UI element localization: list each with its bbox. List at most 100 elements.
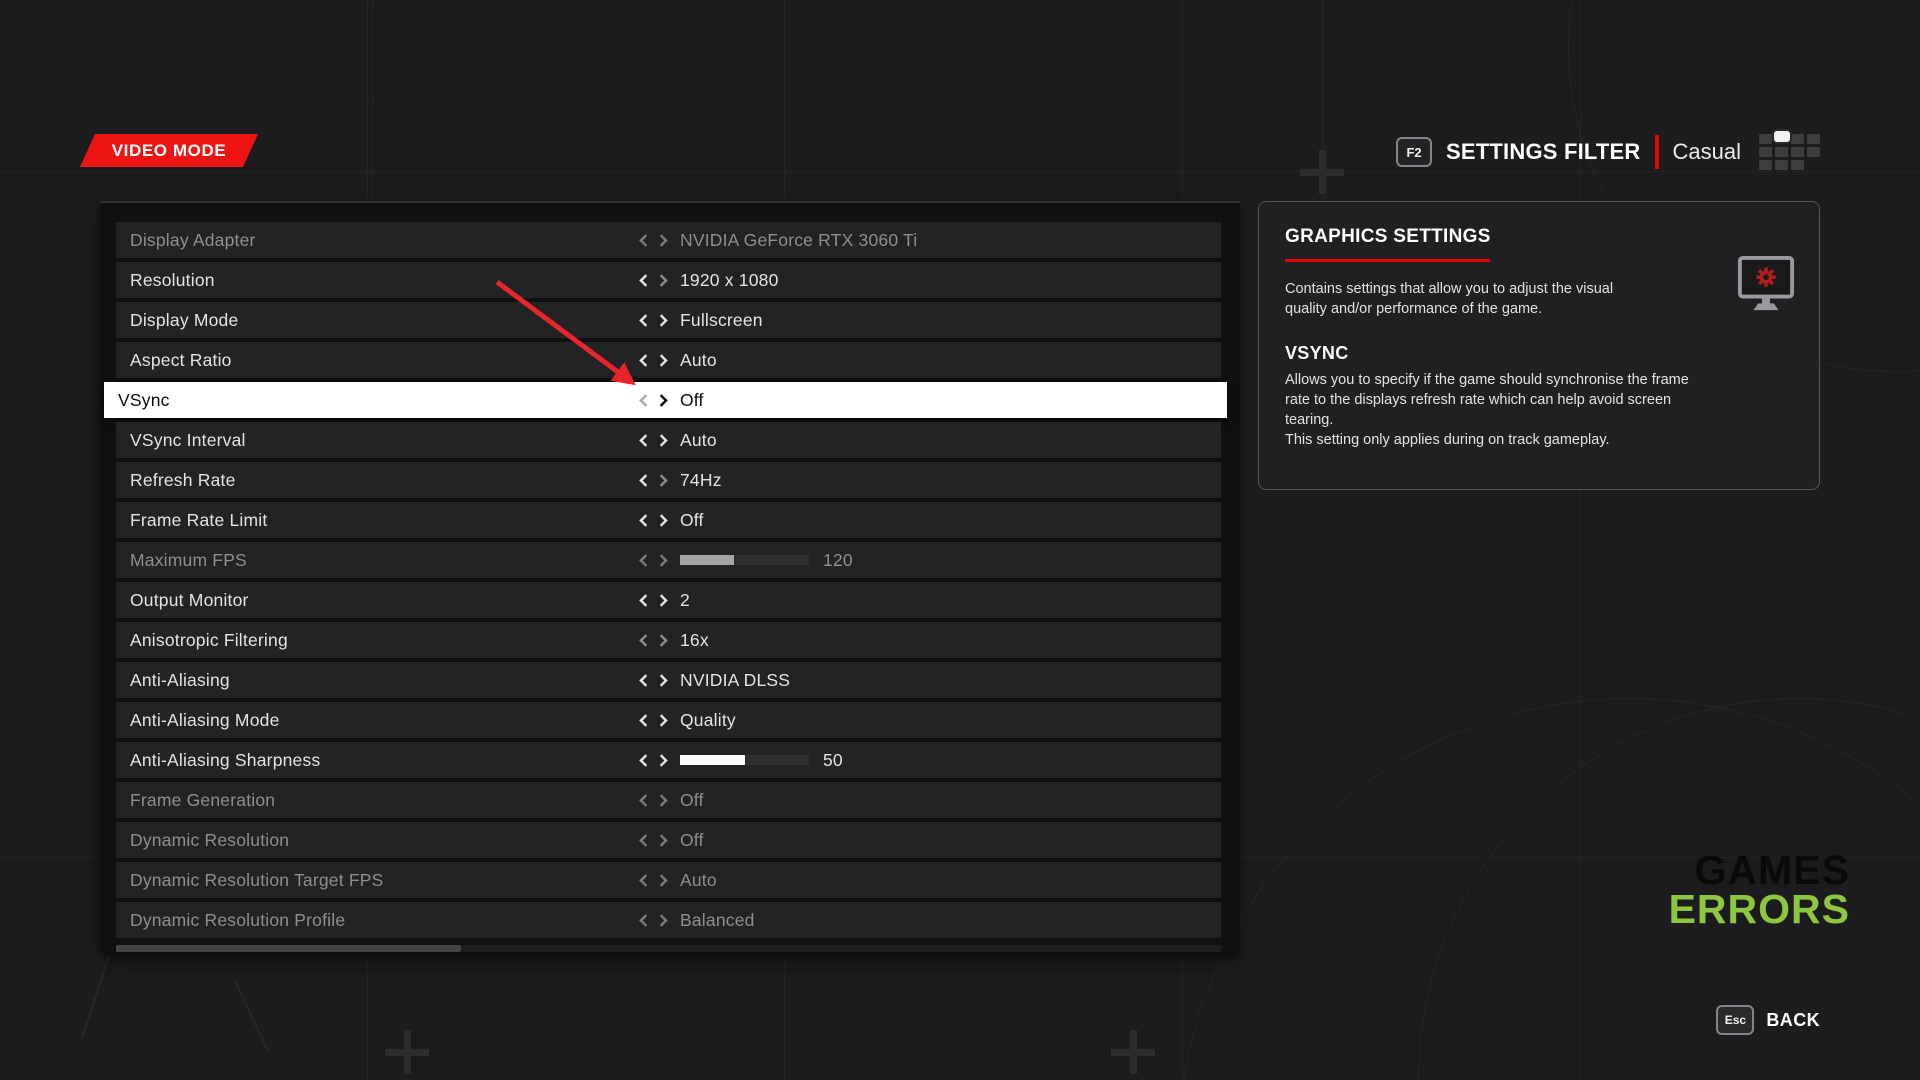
setting-label: Display Adapter	[116, 230, 256, 251]
setting-row-dynamic-resolution-target-fps[interactable]: Dynamic Resolution Target FPS Auto	[116, 862, 1221, 898]
setting-row-frame-generation[interactable]: Frame GenerationOff	[116, 782, 1221, 818]
increase-chevron-icon[interactable]	[655, 874, 667, 886]
increase-chevron-icon[interactable]	[655, 754, 667, 766]
setting-row-vsync[interactable]: VSyncOff	[104, 382, 1227, 418]
f2-key-label: F2	[1406, 145, 1421, 160]
decrease-chevron-icon[interactable]	[639, 554, 651, 566]
increase-chevron-icon[interactable]	[655, 514, 667, 526]
monitor-gear-icon	[1737, 254, 1795, 319]
decrease-chevron-icon[interactable]	[639, 434, 651, 446]
decrease-chevron-icon[interactable]	[639, 474, 651, 486]
setting-value-control: 120	[640, 542, 853, 578]
video-settings-panel: Display AdapterNVIDIA GeForce RTX 3060 T…	[100, 201, 1240, 957]
decrease-chevron-icon[interactable]	[639, 834, 651, 846]
increase-chevron-icon[interactable]	[655, 314, 667, 326]
back-button[interactable]: Esc BACK	[1716, 1005, 1820, 1035]
setting-row-frame-rate-limit[interactable]: Frame Rate LimitOff	[116, 502, 1221, 538]
setting-label: Dynamic Resolution Target FPS	[116, 870, 384, 891]
settings-filter-value: Casual	[1673, 139, 1741, 165]
increase-chevron-icon[interactable]	[655, 394, 667, 406]
info-panel-description: Contains settings that allow you to adju…	[1285, 279, 1657, 319]
setting-value: NVIDIA DLSS	[680, 670, 790, 691]
decrease-chevron-icon[interactable]	[639, 594, 651, 606]
info-section-text: This setting only applies during on trac…	[1285, 430, 1715, 450]
slider-value: 120	[823, 550, 853, 571]
setting-row-dynamic-resolution[interactable]: Dynamic ResolutionOff	[116, 822, 1221, 858]
setting-row-refresh-rate[interactable]: Refresh Rate74Hz	[116, 462, 1221, 498]
settings-level-grid-icon	[1759, 134, 1820, 170]
increase-chevron-icon[interactable]	[655, 914, 667, 926]
list-scroll-indicator[interactable]	[116, 945, 461, 952]
setting-row-anti-aliasing-sharpness[interactable]: Anti-Aliasing Sharpness50	[116, 742, 1221, 778]
decrease-chevron-icon[interactable]	[639, 234, 651, 246]
increase-chevron-icon[interactable]	[655, 794, 667, 806]
bg-plus-mark	[1111, 1030, 1155, 1074]
setting-row-display-mode[interactable]: Display Mode Fullscreen	[116, 302, 1221, 338]
bg-tick	[233, 978, 269, 1051]
setting-value-control: Quality	[640, 702, 736, 738]
setting-label: Aspect Ratio	[116, 350, 232, 371]
setting-row-aspect-ratio[interactable]: Aspect Ratio Auto	[116, 342, 1221, 378]
settings-filter-label: SETTINGS FILTER	[1446, 139, 1640, 165]
info-panel-title: GRAPHICS SETTINGS	[1285, 226, 1793, 248]
setting-row-vsync-interval[interactable]: VSync IntervalAuto	[116, 422, 1221, 458]
watermark-line2: ERRORS	[1669, 890, 1850, 929]
decrease-chevron-icon[interactable]	[639, 674, 651, 686]
decrease-chevron-icon[interactable]	[639, 514, 651, 526]
setting-value: Auto	[680, 350, 717, 371]
increase-chevron-icon[interactable]	[655, 834, 667, 846]
info-section-text: Allows you to specify if the game should…	[1285, 370, 1715, 430]
setting-value: Auto	[680, 870, 717, 891]
setting-row-resolution[interactable]: Resolution1920 x 1080	[116, 262, 1221, 298]
setting-value-control: Auto	[640, 862, 717, 898]
setting-row-anti-aliasing-mode[interactable]: Anti-Aliasing ModeQuality	[116, 702, 1221, 738]
increase-chevron-icon[interactable]	[655, 354, 667, 366]
setting-label: Anisotropic Filtering	[116, 630, 288, 651]
setting-row-maximum-fps[interactable]: Maximum FPS120	[116, 542, 1221, 578]
increase-chevron-icon[interactable]	[655, 594, 667, 606]
setting-row-display-adapter[interactable]: Display AdapterNVIDIA GeForce RTX 3060 T…	[116, 222, 1221, 258]
info-section-title: VSYNC	[1285, 343, 1793, 364]
bg-plus-mark	[1300, 150, 1344, 194]
decrease-chevron-icon[interactable]	[639, 714, 651, 726]
decrease-chevron-icon[interactable]	[639, 394, 651, 406]
increase-chevron-icon[interactable]	[655, 234, 667, 246]
decrease-chevron-icon[interactable]	[639, 874, 651, 886]
setting-label: Anti-Aliasing	[116, 670, 230, 691]
video-mode-settings-screen: VIDEO MODE F2 SETTINGS FILTER Casual Dis…	[0, 0, 1920, 1080]
slider-track[interactable]	[680, 755, 809, 765]
increase-chevron-icon[interactable]	[655, 474, 667, 486]
increase-chevron-icon[interactable]	[655, 274, 667, 286]
decrease-chevron-icon[interactable]	[639, 634, 651, 646]
slider-value: 50	[823, 750, 843, 771]
setting-value-control: Auto	[640, 422, 717, 458]
setting-row-dynamic-resolution-profile[interactable]: Dynamic Resolution ProfileBalanced	[116, 902, 1221, 938]
slider-fill	[680, 755, 745, 765]
setting-value: 1920 x 1080	[680, 270, 779, 291]
decrease-chevron-icon[interactable]	[639, 354, 651, 366]
decrease-chevron-icon[interactable]	[639, 754, 651, 766]
decrease-chevron-icon[interactable]	[639, 794, 651, 806]
setting-row-anti-aliasing[interactable]: Anti-Aliasing NVIDIA DLSS	[116, 662, 1221, 698]
increase-chevron-icon[interactable]	[655, 714, 667, 726]
decrease-chevron-icon[interactable]	[639, 314, 651, 326]
setting-row-output-monitor[interactable]: Output Monitor2	[116, 582, 1221, 618]
setting-value: Quality	[680, 710, 736, 731]
setting-value: Off	[680, 390, 704, 411]
setting-value: 16x	[680, 630, 709, 651]
setting-row-anisotropic-filtering[interactable]: Anisotropic Filtering 16x	[116, 622, 1221, 658]
increase-chevron-icon[interactable]	[655, 554, 667, 566]
bg-tick	[81, 952, 111, 1038]
setting-label: Display Mode	[116, 310, 238, 331]
setting-value-control: 74Hz	[640, 462, 722, 498]
setting-value-control: Fullscreen	[640, 302, 763, 338]
increase-chevron-icon[interactable]	[655, 634, 667, 646]
settings-filter-control[interactable]: F2 SETTINGS FILTER Casual	[1396, 132, 1820, 172]
decrease-chevron-icon[interactable]	[639, 914, 651, 926]
increase-chevron-icon[interactable]	[655, 434, 667, 446]
increase-chevron-icon[interactable]	[655, 674, 667, 686]
slider-track[interactable]	[680, 555, 809, 565]
setting-value: Off	[680, 830, 704, 851]
decrease-chevron-icon[interactable]	[639, 274, 651, 286]
setting-value-control: 2	[640, 582, 690, 618]
